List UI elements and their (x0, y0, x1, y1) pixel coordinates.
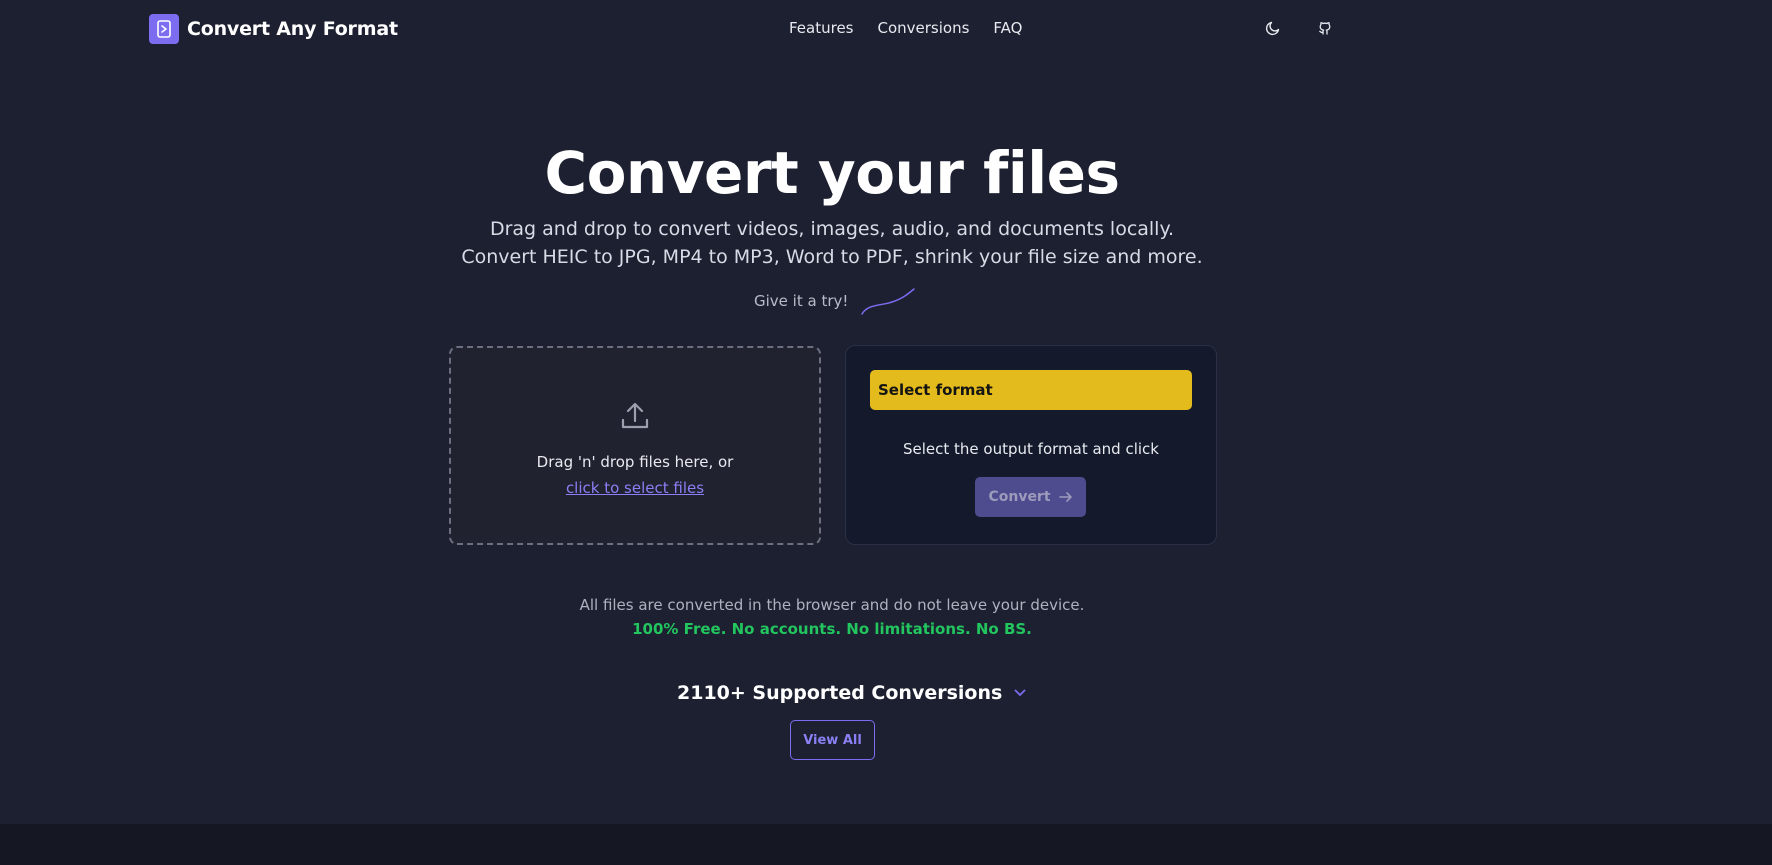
nav-features[interactable]: Features (789, 19, 854, 37)
format-select[interactable]: Select format (870, 370, 1192, 410)
free-note: 100% Free. No accounts. No limitations. … (632, 620, 1032, 638)
arrow-right-icon (1058, 492, 1072, 502)
privacy-note: All files are converted in the browser a… (579, 596, 1085, 614)
supported-conversions-label: 2110+ Supported Conversions (677, 682, 1003, 704)
github-icon[interactable] (1316, 19, 1334, 37)
chevron-down-icon (1014, 689, 1026, 696)
supported-conversions-toggle[interactable]: 2110+ Supported Conversions (677, 682, 1026, 704)
main-nav: Features Conversions FAQ (789, 19, 1022, 37)
try-label: Give it a try! (754, 292, 849, 310)
squiggle-arrow-icon (861, 288, 916, 315)
upload-icon (620, 401, 650, 435)
try-callout: Give it a try! (754, 286, 916, 316)
nav-conversions[interactable]: Conversions (878, 19, 970, 37)
moon-icon[interactable] (1264, 19, 1282, 37)
page: Convert Any Format Features Conversions … (0, 0, 1772, 865)
hero-subtitle: Drag and drop to convert videos, images,… (461, 218, 1203, 268)
format-panel: Select format Select the output format a… (845, 345, 1217, 545)
file-dropzone[interactable]: Drag 'n' drop files here, or click to se… (449, 346, 821, 545)
convert-button-label: Convert (988, 489, 1051, 505)
nav-faq[interactable]: FAQ (993, 19, 1022, 37)
brand-name: Convert Any Format (187, 18, 398, 40)
header-actions (1264, 19, 1334, 37)
format-hint: Select the output format and click (903, 440, 1159, 458)
brand-logo-icon (149, 14, 179, 44)
convert-button[interactable]: Convert (975, 477, 1086, 517)
select-files-link[interactable]: click to select files (566, 479, 704, 497)
header: Convert Any Format Features Conversions … (0, 0, 1772, 60)
footer-band (0, 824, 1772, 865)
drop-instructions: Drag 'n' drop files here, or (536, 452, 734, 471)
page-title: Convert your files (544, 138, 1120, 207)
view-all-button[interactable]: View All (790, 720, 875, 760)
brand-link[interactable]: Convert Any Format (149, 14, 398, 44)
